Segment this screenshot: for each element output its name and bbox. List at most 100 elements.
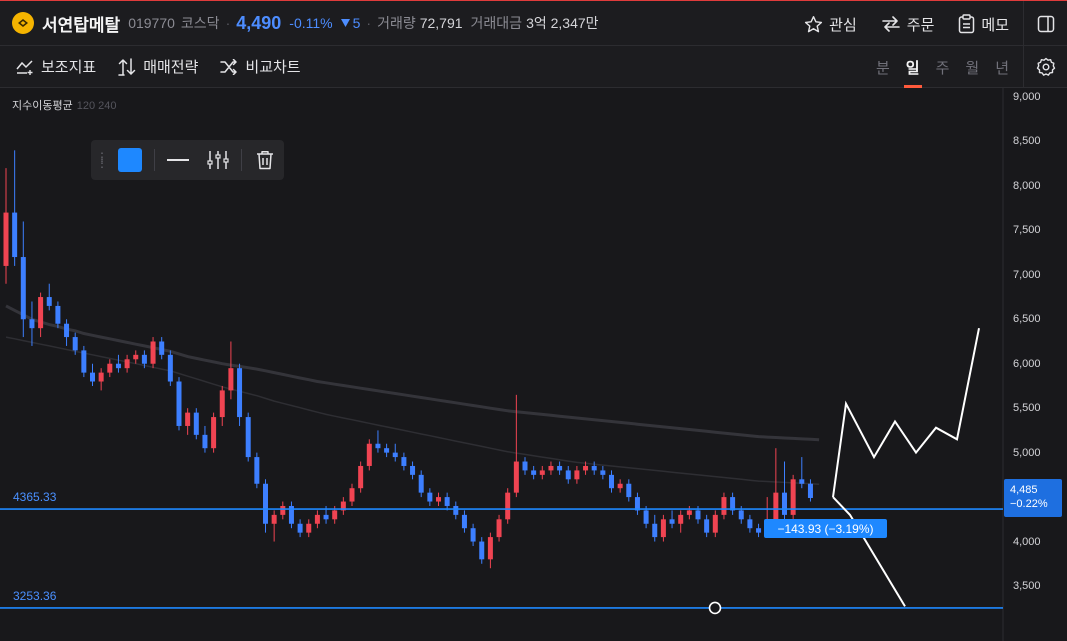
period-year[interactable]: 년: [995, 46, 1009, 88]
compare-button[interactable]: 비교차트: [220, 56, 301, 77]
candle: [479, 537, 485, 564]
stock-name[interactable]: 서연탑메탈: [42, 11, 120, 36]
toolbar-divider: [241, 149, 242, 171]
chart-settings-button[interactable]: [1023, 46, 1067, 88]
candle: [98, 368, 104, 391]
candle: [660, 514, 666, 542]
order-label: 주문: [906, 16, 935, 34]
candle-body: [392, 452, 398, 458]
side-panel-toggle[interactable]: [1023, 1, 1067, 47]
ema-120-line: [5, 304, 820, 442]
candle-body: [479, 541, 485, 560]
candle-body: [704, 519, 710, 533]
candle: [609, 470, 614, 493]
drag-handle-icon[interactable]: ⋮ ⋮: [96, 151, 108, 169]
candle: [366, 439, 372, 471]
candle: [228, 341, 234, 400]
candle-body: [202, 434, 208, 449]
candle-body: [678, 514, 684, 524]
memo-label: 메모: [981, 16, 1009, 34]
period-selector: 분 일 주 월 년: [876, 46, 1009, 88]
period-day[interactable]: 일: [903, 46, 922, 88]
panel-icon: [1037, 15, 1054, 33]
candle-body: [72, 337, 78, 351]
line-style-button[interactable]: [161, 145, 195, 175]
period-week[interactable]: 주: [936, 46, 950, 88]
order-button[interactable]: 주문: [881, 14, 935, 35]
candle-body: [539, 470, 545, 475]
candle: [712, 510, 718, 538]
candle: [401, 452, 407, 471]
bearish-projection-line[interactable]: [832, 496, 906, 607]
candle: [271, 510, 277, 542]
candle: [159, 337, 165, 360]
candle-body: [600, 470, 606, 475]
candle: [444, 492, 450, 511]
price-tick-label: 3,500: [1013, 580, 1041, 592]
header-actions: 관심 주문 메모: [804, 1, 1009, 47]
candle-body: [263, 483, 268, 524]
delete-drawing-button[interactable]: [248, 145, 282, 175]
period-minute[interactable]: 분: [876, 46, 890, 88]
candle: [107, 359, 113, 378]
candle-body: [384, 448, 390, 453]
candle-body: [617, 483, 623, 489]
line-anchor-handle[interactable]: [708, 601, 722, 615]
current-price-tag-value: 4,485: [1010, 484, 1038, 496]
candle-body: [306, 523, 312, 533]
color-swatch-button[interactable]: [118, 148, 142, 172]
star-icon: [805, 15, 823, 32]
candle-body: [176, 381, 182, 426]
candle: [418, 470, 424, 498]
indicator-legend[interactable]: 지수이동평균 120 240: [12, 97, 117, 113]
lower-level-label: 3253.36: [13, 589, 57, 603]
company-logo: [12, 12, 34, 34]
candle: [20, 221, 26, 338]
candle: [90, 363, 95, 386]
amount-label: 거래대금: [470, 15, 523, 31]
ema-lines: [5, 304, 820, 485]
candle-body: [418, 474, 424, 493]
separator-dot: ·: [225, 15, 231, 31]
measure-tooltip: −143.93 (−3.19%): [764, 519, 887, 538]
current-price: 4,490: [236, 12, 282, 33]
line-style-icon: [167, 159, 189, 161]
candle-body: [522, 461, 528, 471]
watch-button[interactable]: 관심: [804, 14, 857, 35]
candle-body: [583, 465, 589, 471]
price-tick-label: 9,000: [1013, 91, 1041, 103]
candle-body: [652, 523, 658, 538]
bullish-projection-line[interactable]: [832, 328, 980, 498]
candle-body: [245, 417, 251, 458]
change-value-text: 5: [352, 15, 361, 31]
shuffle-icon: [220, 58, 238, 75]
candle: [453, 501, 459, 520]
candle: [782, 461, 787, 524]
period-month[interactable]: 월: [965, 46, 979, 88]
candle: [626, 479, 632, 502]
price-tick-label: 7,500: [1013, 224, 1041, 237]
stock-code: 019770: [128, 15, 175, 31]
memo-button[interactable]: 메모: [958, 14, 1009, 35]
candle: [81, 345, 87, 378]
candle-body: [46, 297, 52, 306]
candle-body: [271, 514, 277, 524]
candle: [730, 492, 736, 515]
candle-body: [410, 465, 416, 475]
candle-body: [695, 510, 701, 520]
candle-body: [297, 523, 303, 533]
candle-body: [20, 257, 26, 320]
line-settings-button[interactable]: [201, 145, 235, 175]
strategy-button[interactable]: 매매전략: [118, 56, 198, 77]
candle-body: [90, 372, 95, 382]
candle-body: [81, 350, 87, 373]
candles: [3, 150, 813, 569]
candle: [375, 430, 381, 453]
amount-value: 3억 2,347만: [526, 15, 599, 31]
change-value: 5: [340, 15, 361, 31]
indicators-button[interactable]: 보조지표: [16, 56, 96, 77]
projection-drawing[interactable]: [832, 328, 980, 607]
candle-body: [756, 528, 762, 533]
trash-icon: [257, 151, 273, 170]
candle: [756, 523, 762, 538]
